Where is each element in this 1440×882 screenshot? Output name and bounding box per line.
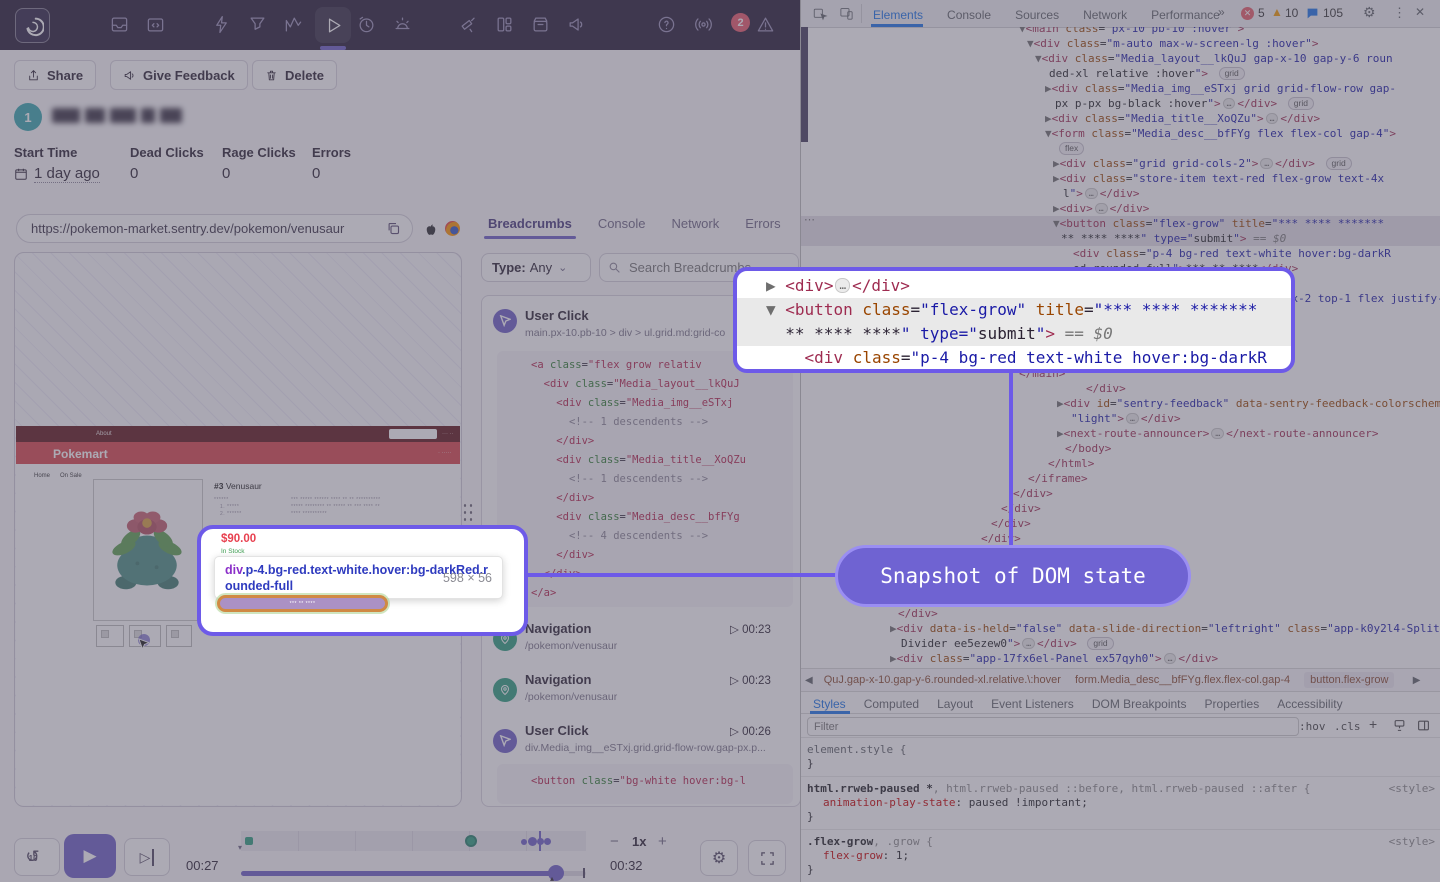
stock-status: In Stock <box>221 548 244 555</box>
snapshot-label: Snapshot of DOM state <box>880 564 1146 588</box>
screenshot-stage: 2 Share Give Feedback Delete 1 Start Tim… <box>0 0 1440 882</box>
highlighted-element-text: *** ** **** <box>290 601 316 607</box>
magnified-dom-line: ▶ <div>…</div> <box>737 274 1291 298</box>
magnified-dom-line: ▼ <button class="flex-grow" title="*** *… <box>737 298 1291 322</box>
dom-snapshot-callout: ▶ <div>…</div>▼ <button class="flex-grow… <box>733 267 1295 373</box>
connector-line-horizontal <box>518 573 838 577</box>
magnified-dom-line: ** **** ****" type="submit"> == $0 <box>737 322 1291 346</box>
product-price: $90.00 <box>221 533 256 545</box>
tooltip-selector-tag: div <box>225 563 242 577</box>
highlighted-element: *** ** **** <box>217 595 388 612</box>
tooltip-dimensions: 598 × 56 <box>443 570 492 586</box>
inspect-tooltip: div.p-4.bg-red.text-white.hover:bg-darkR… <box>214 556 503 599</box>
replay-inspect-callout: $90.00 In Stock div.p-4.bg-red.text-whit… <box>197 525 528 636</box>
magnified-dom-line: <div class="p-4 bg-red text-white hover:… <box>737 346 1291 370</box>
snapshot-label-pill: Snapshot of DOM state <box>835 545 1191 607</box>
connector-line-vertical <box>1009 371 1013 547</box>
tutorial-dim-overlay <box>0 0 1440 882</box>
magnified-dom-lines: ▶ <div>…</div>▼ <button class="flex-grow… <box>737 274 1291 370</box>
